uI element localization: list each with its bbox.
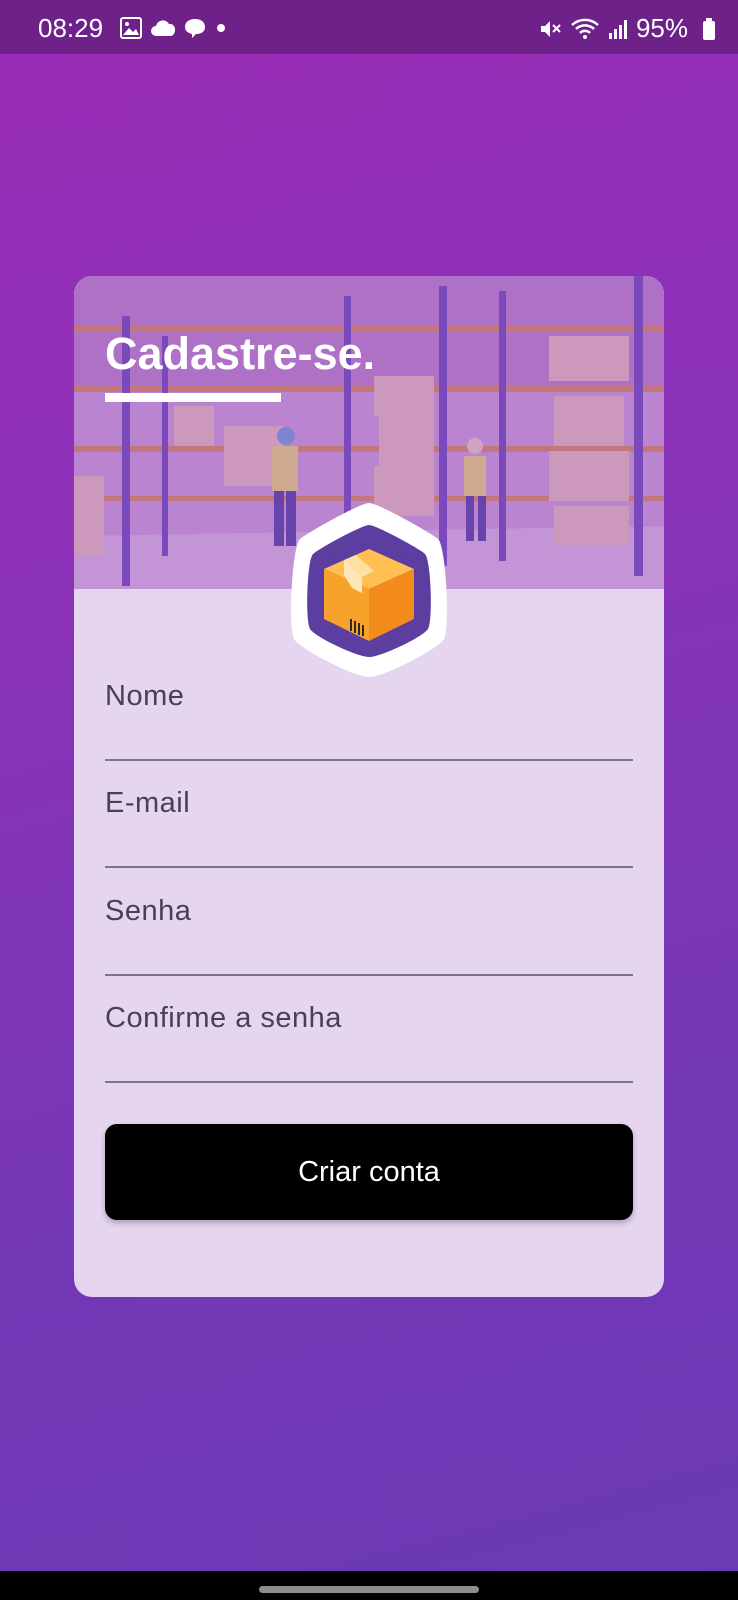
email-input[interactable] xyxy=(105,758,633,848)
email-field[interactable] xyxy=(105,758,633,868)
chat-icon xyxy=(185,19,205,38)
signal-icon xyxy=(608,19,627,39)
status-time: 08:29 xyxy=(38,13,104,43)
name-field[interactable] xyxy=(105,651,633,761)
password-field[interactable] xyxy=(105,866,633,976)
password-input[interactable] xyxy=(105,866,633,956)
dot-icon xyxy=(217,24,225,32)
navigation-bar xyxy=(0,1571,738,1600)
name-input[interactable] xyxy=(105,651,633,741)
title-underline xyxy=(105,393,281,402)
create-account-button[interactable]: Criar conta xyxy=(105,1124,633,1220)
battery-icon xyxy=(703,18,715,40)
signup-card: Cadastre-se. Criar co xyxy=(74,276,664,1297)
cloud-icon xyxy=(151,20,176,36)
status-bar: 08:29 95% xyxy=(0,0,738,54)
wifi-icon xyxy=(571,18,599,39)
confirm-password-input[interactable] xyxy=(105,973,633,1063)
image-icon xyxy=(120,17,142,39)
battery-percent: 95% xyxy=(635,13,688,43)
confirm-password-field[interactable] xyxy=(105,973,633,1083)
home-gesture-handle[interactable] xyxy=(259,1586,479,1593)
page-title: Cadastre-se. xyxy=(105,328,376,379)
mute-icon xyxy=(540,20,561,37)
